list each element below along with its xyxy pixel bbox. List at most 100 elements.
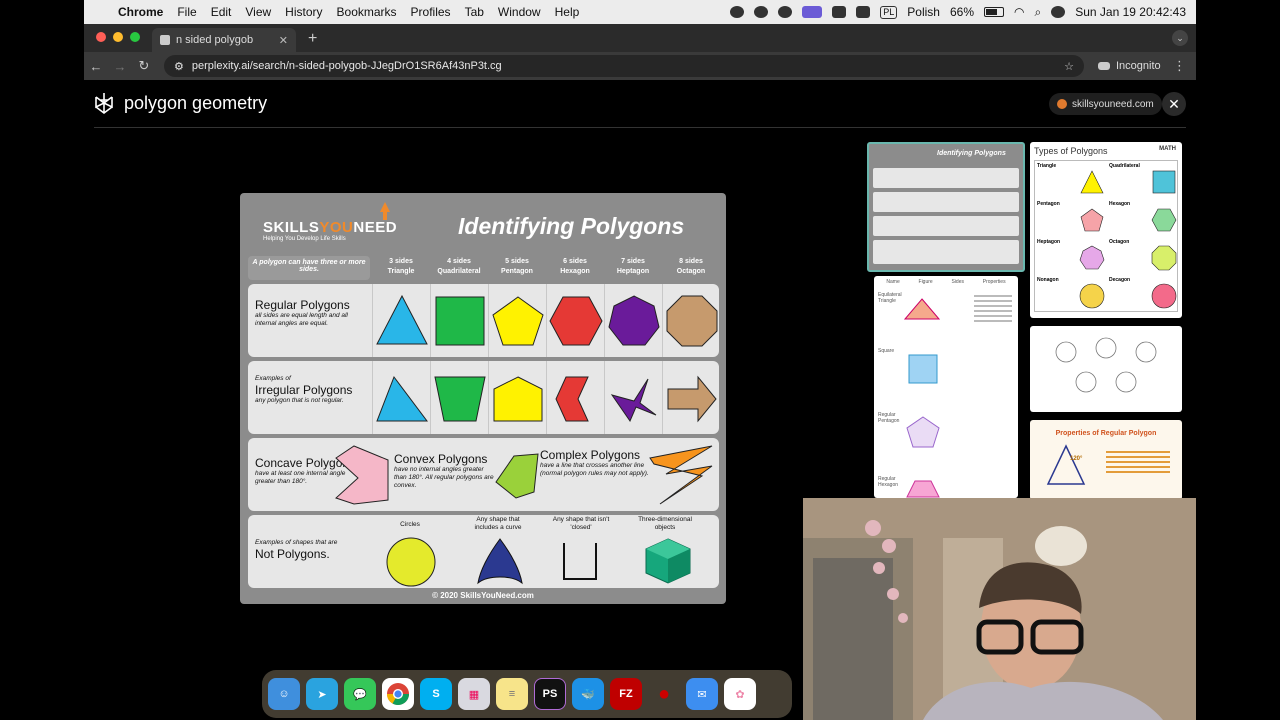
notes-icon: ≡ [508, 688, 516, 700]
menu-edit[interactable]: Edit [211, 5, 232, 19]
close-window-icon[interactable] [96, 32, 106, 42]
irregular-star [610, 378, 657, 423]
irregular-desc: any polygon that is not regular. [255, 397, 344, 404]
back-icon[interactable]: ← [84, 59, 108, 74]
status-icon-d[interactable] [856, 6, 871, 18]
thumbnail-polygon-diagrams[interactable] [1030, 326, 1182, 412]
reload-icon[interactable]: ↻ [132, 58, 156, 74]
clock[interactable]: Sun Jan 19 20:42:43 [1075, 5, 1186, 19]
thumb3-properties [974, 292, 1012, 325]
incognito-icon [1098, 62, 1110, 70]
regular-triangle-cell [372, 284, 430, 357]
page-title: polygon geometry [124, 93, 268, 113]
menu-view[interactable]: View [245, 5, 271, 19]
thumb3-hexagon [906, 480, 940, 498]
new-tab-icon[interactable]: + [308, 30, 317, 48]
complex-desc: have a line that crosses another line (n… [540, 462, 649, 477]
irregular-triangle [376, 375, 428, 422]
browser-tabbar: n sided polygob ✕ + ⌄ [84, 24, 1196, 52]
tab-search-chevron-icon[interactable]: ⌄ [1172, 30, 1188, 46]
dock-notes[interactable]: ≡ [496, 678, 528, 710]
dock-skype[interactable]: S [420, 678, 452, 710]
menu-tab[interactable]: Tab [465, 5, 484, 19]
browser-toolbar: ← → ↻ ⚙ perplexity.ai/search/n-sided-pol… [84, 52, 1196, 80]
source-chip[interactable]: skillsyouneed.com [1049, 93, 1162, 115]
dock-launchpad[interactable]: ▦ [458, 678, 490, 710]
bookmark-star-icon[interactable]: ☆ [1064, 60, 1074, 73]
regular-pentagon-cell [488, 284, 546, 357]
irregular-arrow [667, 375, 717, 423]
thumb3-header: Name Figure Sides Properties [877, 279, 1015, 285]
thumb2-decagon [1151, 283, 1177, 309]
irregular-label: Examples of Irregular Polygons any polyg… [255, 375, 367, 405]
status-icon-a[interactable] [730, 6, 745, 18]
forward-icon[interactable]: → [108, 59, 132, 74]
search-icon[interactable]: ⌕ [1035, 5, 1042, 20]
control-center-icon[interactable] [1051, 6, 1066, 18]
thumbnail-identifying-polygons[interactable]: Identifying Polygons [867, 142, 1025, 272]
thumbnail-regular-polygons-table[interactable]: Name Figure Sides Properties Equilateral… [874, 276, 1018, 498]
thumb2-nonagon [1079, 283, 1105, 309]
dock-finder[interactable]: ☺ [268, 678, 300, 710]
dock-mail[interactable]: ✉ [686, 678, 718, 710]
site-info-icon[interactable]: ⚙ [174, 60, 184, 73]
zoom-window-icon[interactable] [130, 32, 140, 42]
phpstorm-icon: PS [542, 688, 558, 700]
menu-help[interactable]: Help [555, 5, 580, 19]
tab-close-icon[interactable]: ✕ [279, 34, 288, 47]
menu-bookmarks[interactable]: Bookmarks [337, 5, 397, 19]
display-icon[interactable] [832, 6, 847, 18]
dock-messages[interactable]: 💬 [344, 678, 376, 710]
concave-convex-complex-row: Concave Polygons have at least one inter… [248, 438, 719, 511]
menu-window[interactable]: Window [498, 5, 541, 19]
dock-docker[interactable]: 🐳 [572, 678, 604, 710]
minimize-window-icon[interactable] [113, 32, 123, 42]
menu-history[interactable]: History [285, 5, 322, 19]
menu-file[interactable]: File [177, 5, 196, 19]
menu-app-name[interactable]: Chrome [118, 5, 163, 19]
irregular-triangle-cell [372, 361, 430, 434]
input-source-badge[interactable]: PL [880, 5, 898, 19]
identifying-polygons-image[interactable]: SKILLSYOUNEED Helping You Develop Life S… [240, 193, 726, 604]
dock-filezilla[interactable]: FZ [610, 678, 642, 710]
irregular-pentagon-cell [488, 361, 546, 434]
regular-label: Regular Polygons all sides are equal len… [255, 298, 365, 328]
regular-triangle [376, 294, 428, 345]
wifi-icon[interactable]: ◠ [1014, 5, 1024, 19]
battery-icon[interactable] [984, 7, 1005, 17]
thumb3-header-properties: Properties [982, 279, 1006, 285]
finder-icon: ☺ [278, 688, 290, 700]
screen-record-icon[interactable] [802, 6, 823, 18]
dock-photos[interactable]: ✿ [724, 678, 756, 710]
perplexity-logo-icon[interactable] [94, 92, 114, 114]
open-shape [563, 543, 597, 580]
dock-chrome[interactable] [382, 678, 414, 710]
dock-cherry[interactable]: ● [648, 678, 680, 710]
dock-telegram[interactable]: ➤ [306, 678, 338, 710]
webcam-video [803, 498, 1196, 720]
status-icon-b[interactable] [754, 6, 769, 18]
brand-you: YOU [319, 219, 354, 236]
thumb2-item-pentagon: Pentagon [1037, 201, 1060, 207]
concave-polygon [335, 445, 389, 505]
menu-profiles[interactable]: Profiles [411, 5, 451, 19]
irregular-quad-cell [430, 361, 488, 434]
regular-octagon [666, 295, 718, 347]
chrome-menu-icon[interactable]: ⋮ [1173, 58, 1186, 74]
incognito-indicator[interactable]: Incognito [1098, 60, 1161, 72]
browser-tab[interactable]: n sided polygob ✕ [152, 28, 296, 52]
window-controls [96, 32, 140, 42]
regular-title: Regular Polygons [255, 298, 350, 312]
thumbnail-types-of-polygons[interactable]: Types of Polygons MATH Triangle Quadrila… [1030, 142, 1182, 318]
irregular-octagon-cell [662, 361, 720, 434]
thumbnail-properties-regular-polygon[interactable]: Properties of Regular Polygon 120° [1030, 420, 1182, 500]
brand-need: NEED [353, 219, 398, 236]
status-icon-c[interactable] [778, 6, 793, 18]
regular-hexagon-cell [546, 284, 604, 357]
thumb3-header-figure: Figure [918, 279, 933, 285]
thumb3-row-pentagon: Regular Pentagon [878, 412, 900, 424]
dock-phpstorm[interactable]: PS [534, 678, 566, 710]
input-language[interactable]: Polish [907, 5, 940, 19]
close-viewer-button[interactable]: ✕ [1162, 92, 1186, 116]
address-bar[interactable]: ⚙ perplexity.ai/search/n-sided-polygob-J… [164, 55, 1084, 77]
